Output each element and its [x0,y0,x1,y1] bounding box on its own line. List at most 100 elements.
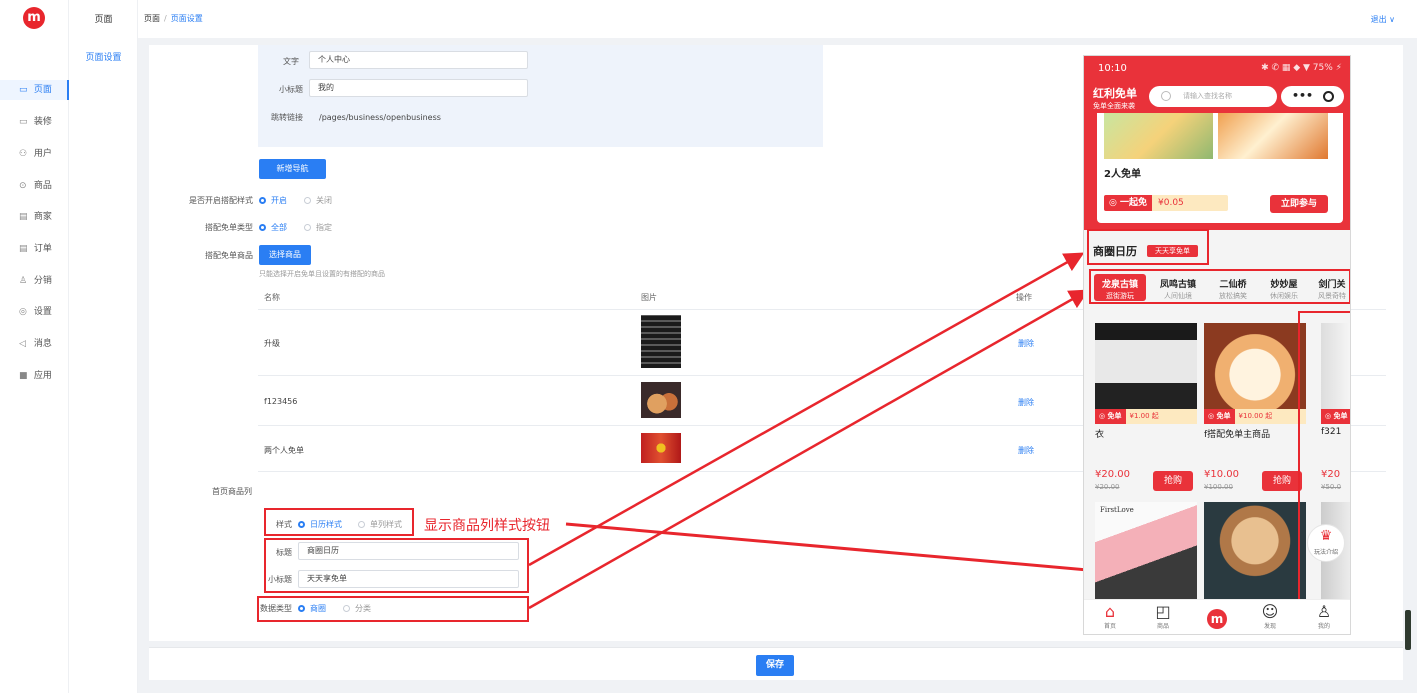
match-style-on-radio[interactable]: 开启 [259,195,287,206]
tab-sub: 风景奇特 [1318,292,1346,300]
tab-sub: 人间仙境 [1164,292,1192,300]
sidebar-item-label: 商家 [33,212,52,222]
sidebar-item-users[interactable]: ⚇ 用户 [0,144,69,164]
sidebar: m ▤ 概况 ▭ 页面 ▭ 装修 ⚇ 用户 ⊙ 商品 ▤ 商家 ▤ 订单 ♙ 分… [0,0,69,693]
more-icon[interactable]: ••• [1292,89,1313,102]
sidebar-item-orders[interactable]: ▤ 订单 [0,239,69,259]
product-image[interactable]: FirstLove [1095,502,1197,599]
table-header-image: 图片 [641,293,657,302]
buy-button[interactable]: 抢购 [1153,471,1193,491]
circle-tab-5[interactable]: 剑门关 风景奇特 [1314,274,1350,301]
gift-product-image [641,433,681,463]
save-button[interactable]: 保存 [756,655,794,676]
home-icon: ⌂ [1104,602,1116,621]
tab-mine[interactable]: ♙ 我的 [1304,603,1344,631]
free-tag: ◎ 一起免 [1104,195,1153,211]
tab-name: 剑门关 [1318,280,1346,290]
home-list-label: 首页商品列 [212,487,252,496]
sidebar-item-merchants[interactable]: ▤ 商家 [0,207,69,227]
tab-sub: 休闲娱乐 [1270,292,1298,300]
datatype-highlight-box [257,596,529,622]
product-card[interactable]: ◎ 免单 ¥1.00 起 衣 ¥20.00 ¥20.00 抢购 [1095,323,1197,495]
user-icon: ⚇ [19,149,28,159]
sub-sidebar-item-page-settings[interactable]: 页面设置 [69,50,138,63]
sidebar-item-label: 页面 [33,85,52,95]
nav-link-value[interactable]: /pages/business/openbusiness [319,113,441,122]
product-old-price: ¥20.00 [1095,483,1120,491]
circle-tab-1[interactable]: 龙泉古镇 逛街游玩 [1094,274,1146,301]
sidebar-item-settings[interactable]: ◎ 设置 [0,302,69,322]
miniapp-capsule[interactable]: ••• [1281,86,1344,107]
tab-center[interactable]: m [1197,603,1237,629]
sidebar-item-messages[interactable]: ◁ 消息 [0,334,69,354]
circle-tab-4[interactable]: 妙妙屋 休闲娱乐 [1261,274,1307,301]
annotation-text: 显示商品列样式按钮 [424,518,550,534]
delete-row-button[interactable]: 删除 [1018,397,1034,408]
product-price: ¥20.00 [1095,469,1130,480]
scrollbar-handle[interactable] [1405,610,1411,650]
breadcrumb-separator: / [164,14,167,23]
dog-product-image[interactable] [1204,502,1306,599]
free-tag: ◎ 免单 [1095,409,1126,424]
brand-label: FirstLove [1100,506,1134,514]
sidebar-item-label: 装修 [33,117,52,127]
phone-tabbar: ⌂ 首页 ◰ 商品 m ☺ 发现 ♙ 我的 [1084,599,1350,634]
logout-button[interactable]: 退出 ∨ [1371,14,1395,25]
product-old-price: ¥100.00 [1204,483,1233,491]
tag-price: ¥1.00 起 [1129,412,1159,420]
sidebar-item-decorate[interactable]: ▭ 装修 [0,112,69,132]
sub-sidebar-title: 页面 [94,15,113,25]
product-price: ¥10.00 [1204,469,1239,480]
phone-preview: 10:10 ✱ ✆ ▦ ◆ ▼ 75% ⚡ 红利免单 免单全面来袭 请输入查找名… [1083,55,1351,635]
delete-row-button[interactable]: 删除 [1018,338,1034,349]
rules-float-button[interactable]: ♛ 玩法介绍 [1307,524,1345,562]
breadcrumb-current: 页面设置 [170,14,203,23]
radio-label: 指定 [316,223,332,232]
breadcrumb-home[interactable]: 页面 [144,14,160,23]
join-button[interactable]: 立即参与 [1270,195,1328,213]
free-tag: ◎ 免单 [1204,409,1235,424]
tab-goods[interactable]: ◰ 商品 [1143,603,1183,631]
sidebar-item-goods[interactable]: ⊙ 商品 [0,176,69,196]
nav-text-input[interactable]: 个人中心 [309,51,528,69]
sidebar-item-distribution[interactable]: ♙ 分销 [0,271,69,291]
products-highlight-box [1298,311,1350,609]
brand-logo[interactable]: m [23,7,45,29]
match-type-all-radio[interactable]: 全部 [259,222,287,233]
calendar-title: 商圈日历 [1093,245,1137,258]
trophy-icon: ♛ [1319,528,1333,544]
circle-tab-2[interactable]: 凤鸣古镇 人间仙境 [1152,274,1204,301]
tab-home[interactable]: ⌂ 首页 [1090,602,1130,631]
featured-name: 2人免单 [1104,169,1141,180]
featured-food-image [1104,113,1213,159]
add-nav-button[interactable]: 新增导航 [259,159,326,179]
tab-label: 商品 [1156,623,1169,630]
product-name: 衣 [1095,430,1105,440]
sidebar-item-pages[interactable]: ▭ 页面 [0,80,69,100]
delete-row-button[interactable]: 删除 [1018,445,1034,456]
buy-button[interactable]: 抢购 [1262,471,1302,491]
nav-subtitle-input[interactable]: 我的 [309,79,528,97]
product-card[interactable]: ◎ 免单 ¥10.00 起 f搭配免单主商品 ¥10.00 ¥100.00 抢购 [1204,323,1306,495]
tab-label: 我的 [1317,623,1330,630]
circle-tab-3[interactable]: 二仙桥 放松搞笑 [1210,274,1256,301]
sidebar-item-label: 应用 [33,371,52,381]
app-subtitle: 免单全面来袭 [1093,102,1135,110]
featured-card[interactable]: 2人免单 ◎ 一起免 ¥0.05 立即参与 [1097,113,1343,223]
nav-link-label: 跳转链接 [271,113,303,122]
tab-name: 二仙桥 [1219,280,1247,290]
sidebar-item-apps[interactable]: ■ 应用 [0,366,69,386]
phone-search-input[interactable]: 请输入查找名称 [1149,86,1277,107]
tab-discover[interactable]: ☺ 发现 [1250,603,1290,631]
tab-sub: 逛街游玩 [1106,292,1134,300]
select-goods-button[interactable]: 选择商品 [259,245,311,265]
keyboard-product-image [641,315,681,368]
goods-icon: ⊙ [19,181,27,191]
close-miniapp-icon[interactable] [1323,91,1334,102]
status-icons: ✱ ✆ ▦ ◆ ▼ 75% ⚡ [1261,63,1342,73]
nav-subtitle-label: 小标题 [279,85,303,94]
order-icon: ▤ [19,244,28,254]
status-time: 10:10 [1098,63,1127,74]
match-type-specified-radio[interactable]: 指定 [304,222,332,233]
match-style-off-radio[interactable]: 关闭 [304,195,332,206]
